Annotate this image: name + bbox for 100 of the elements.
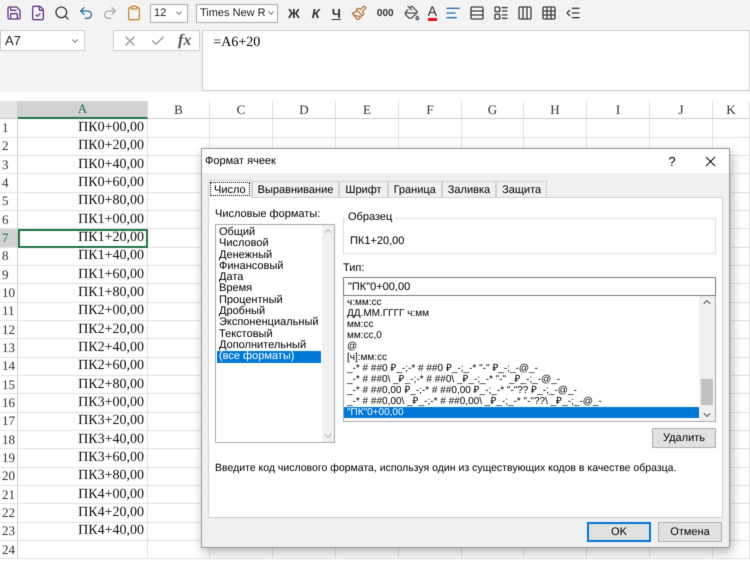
table-cell[interactable] (148, 119, 210, 138)
list-item[interactable]: мм:сс (344, 319, 699, 330)
list-item[interactable]: _-* # ##0\ _₽_-;-* # ##0\ _₽_-;_-* "-" _₽_-;_-@_- (344, 374, 699, 385)
column-header[interactable]: G (462, 101, 524, 120)
row-header[interactable]: 16 (0, 394, 18, 413)
rows-icon[interactable] (468, 5, 485, 21)
insert-function-button[interactable]: fx (178, 32, 192, 50)
column-header[interactable]: E (336, 101, 399, 120)
tab[interactable]: Граница (388, 181, 442, 197)
list-item[interactable]: Денежный (217, 250, 321, 261)
table-cell[interactable]: ПК3+80,00 (18, 468, 148, 486)
row-header[interactable]: 7 (0, 229, 18, 248)
select-all-corner[interactable] (0, 101, 18, 120)
list-item[interactable]: ДД.ММ.ГГГГ ч:мм (344, 308, 699, 319)
row-header[interactable]: 6 (0, 210, 18, 230)
row-header[interactable]: 23 (0, 522, 18, 541)
scrollbar-thumb[interactable] (701, 379, 713, 405)
column-header[interactable]: B (148, 101, 210, 120)
table-cell[interactable] (713, 119, 750, 138)
list-item[interactable]: ч:мм:сс (344, 297, 699, 308)
save-check-icon[interactable] (30, 5, 46, 21)
align-icon[interactable] (444, 5, 461, 21)
table-cell[interactable]: ПК3+20,00 (18, 412, 148, 431)
row-header[interactable]: 22 (0, 504, 18, 523)
indent-icon[interactable] (564, 5, 581, 21)
tab[interactable]: Защита (496, 181, 548, 197)
columns-icon[interactable] (516, 5, 533, 21)
row-header[interactable]: 4 (0, 174, 18, 193)
list-item[interactable]: мм:сс,0 (344, 330, 699, 341)
list-item[interactable]: _-* # ##0 ₽_-;-* # ##0 ₽_-;_-* "-" ₽_-;_-@_- (344, 363, 699, 374)
list-item[interactable]: [ч]:мм:сс (344, 352, 699, 363)
row-header[interactable]: 10 (0, 284, 18, 303)
list-item[interactable]: Дробный (217, 306, 321, 318)
column-header[interactable]: I (587, 101, 650, 120)
table-cell[interactable] (273, 119, 336, 138)
table-cell[interactable]: ПК2+20,00 (18, 320, 148, 340)
table-cell[interactable]: ПК0+60,00 (18, 174, 148, 193)
column-header[interactable]: K (713, 101, 750, 120)
row-header[interactable]: 12 (0, 320, 18, 340)
table-cell[interactable] (210, 119, 273, 138)
grid-icon[interactable] (540, 5, 557, 21)
help-button[interactable]: ? (657, 152, 687, 170)
list-item[interactable]: Финансовый (217, 260, 321, 272)
list-item[interactable]: @ (344, 341, 699, 352)
table-cell[interactable]: ПК0+40,00 (18, 156, 148, 174)
column-header[interactable]: F (399, 101, 462, 120)
list-item[interactable]: (все форматы) (217, 351, 321, 363)
table-cell[interactable]: ПК2+00,00 (18, 302, 148, 321)
delete-button[interactable]: Удалить (652, 428, 716, 448)
save-icon[interactable] (6, 5, 22, 21)
thousands-button[interactable]: 000 (374, 8, 396, 18)
row-header[interactable]: 18 (0, 430, 18, 450)
cancel-button[interactable]: Отмена (658, 522, 722, 542)
table-cell[interactable]: ПК2+60,00 (18, 358, 148, 376)
row-header[interactable]: 9 (0, 266, 18, 284)
ok-button[interactable]: OK (587, 522, 651, 542)
row-header[interactable]: 1 (0, 119, 18, 138)
list-item[interactable]: Текстовый (217, 328, 321, 340)
table-cell[interactable] (462, 119, 524, 138)
tab[interactable]: Шрифт (339, 181, 388, 197)
list-item[interactable]: "ПК"0+00,00 (344, 407, 699, 418)
list-item[interactable]: _-* # ##0,00 ₽_-;-* # ##0,00 ₽_-;_-* "-"?? ₽_-;_-@_- (344, 385, 699, 396)
column-header[interactable]: C (210, 101, 273, 120)
table-cell[interactable]: ПК4+40,00 (18, 522, 148, 541)
table-cell[interactable]: ПК3+40,00 (18, 430, 148, 450)
row-header[interactable]: 5 (0, 192, 18, 211)
table-cell[interactable]: ПК3+60,00 (18, 449, 148, 468)
type-field[interactable]: "ПК"0+00,00 (343, 277, 716, 296)
tab[interactable]: Заливка (442, 181, 496, 197)
formula-field[interactable]: =A6+20 (202, 30, 750, 91)
table-cell[interactable]: ПК4+20,00 (18, 504, 148, 523)
column-header[interactable]: J (650, 101, 713, 120)
table-cell[interactable] (587, 119, 650, 138)
row-header[interactable]: 20 (0, 468, 18, 486)
list-item[interactable]: _-* # ##0,00\ _₽_-;-* # ##0,00\ _₽_-;_-* "-"??\ _₽_-;_-@_- (344, 396, 699, 407)
row-header[interactable]: 2 (0, 138, 18, 156)
column-header[interactable]: D (273, 101, 336, 120)
font-size-dropdown[interactable]: 12 (150, 4, 188, 22)
fill-bucket-icon[interactable] (404, 5, 420, 21)
clipboard-icon[interactable] (126, 5, 142, 21)
row-header[interactable]: 19 (0, 449, 18, 468)
format-button[interactable]: К (310, 6, 322, 20)
table-cell[interactable]: ПК1+80,00 (18, 284, 148, 303)
format-button[interactable]: Ч (330, 6, 343, 20)
row-header[interactable]: 11 (0, 302, 18, 321)
row-header[interactable]: 21 (0, 486, 18, 504)
table-cell[interactable] (524, 119, 587, 138)
table-cell[interactable]: ПК2+80,00 (18, 376, 148, 394)
column-header[interactable]: A (18, 101, 148, 120)
table-cell[interactable]: ПК0+00,00 (18, 119, 148, 138)
table-cell[interactable]: ПК0+80,00 (18, 192, 148, 211)
row-header[interactable]: 3 (0, 156, 18, 174)
table-cell[interactable]: ПК3+00,00 (18, 394, 148, 413)
table-cell[interactable]: ПК1+40,00 (18, 248, 148, 266)
list-icon[interactable] (492, 5, 509, 21)
row-header[interactable]: 17 (0, 412, 18, 431)
font-name-dropdown[interactable]: Times New R (196, 4, 278, 22)
column-header[interactable]: H (524, 101, 587, 120)
table-cell[interactable]: ПК1+00,00 (18, 210, 148, 230)
table-cell[interactable]: ПК0+20,00 (18, 138, 148, 156)
